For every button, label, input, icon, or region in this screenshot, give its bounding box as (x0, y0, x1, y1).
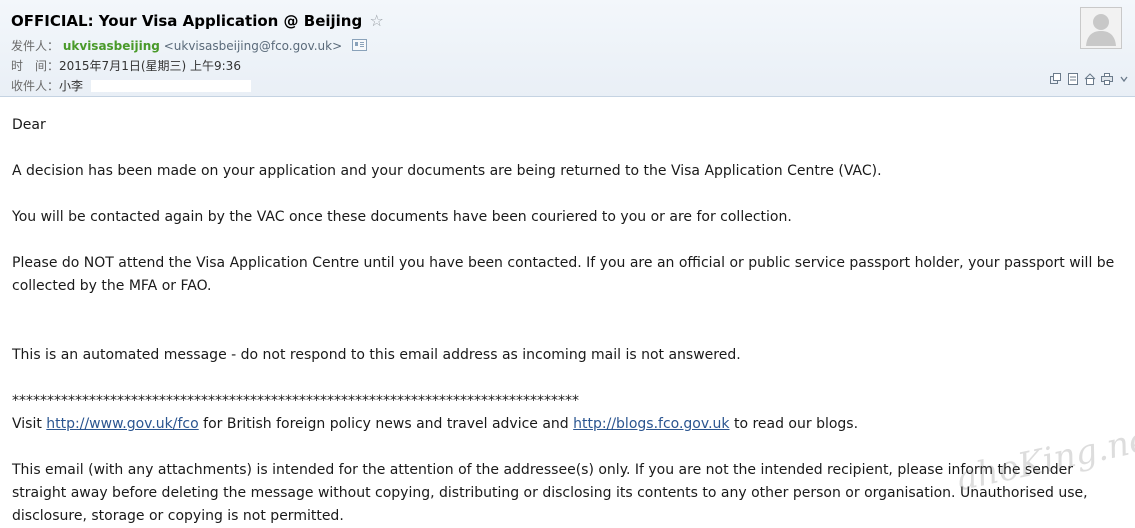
home-icon[interactable] (1083, 72, 1097, 86)
email-body: Dear A decision has been made on your ap… (12, 114, 1127, 528)
note-icon[interactable] (1066, 72, 1080, 86)
subject-text: OFFICIAL: Your Visa Application @ Beijin… (11, 12, 363, 30)
paragraph-automated: This is an automated message - do not re… (12, 347, 741, 363)
sender-row: 发件人： ukvisasbeijing <ukvisasbeijing@fco.… (11, 37, 367, 54)
time-row: 时 间：2015年7月1日(星期三) 上午9:36 (11, 57, 241, 74)
time-label: 时 间： (11, 59, 60, 73)
paragraph-contact: You will be contacted again by the VAC o… (12, 209, 792, 225)
link-fco-blogs[interactable]: http://blogs.fco.gov.uk (573, 416, 729, 432)
sender-avatar[interactable] (1080, 7, 1122, 49)
redacted-block (91, 80, 252, 92)
paragraph-decision: A decision has been made on your applica… (12, 163, 882, 179)
sender-address[interactable]: <ukvisasbeijing@fco.gov.uk> (164, 39, 342, 53)
separator-line: ****************************************… (12, 393, 579, 409)
email-header: OFFICIAL: Your Visa Application @ Beijin… (0, 0, 1135, 97)
paragraph-do-not-attend: Please do NOT attend the Visa Applicatio… (12, 255, 1115, 294)
recipient-name[interactable]: 小李 (59, 79, 83, 93)
popout-icon[interactable] (1049, 72, 1063, 86)
from-label: 发件人： (11, 39, 60, 53)
link-gov-fco[interactable]: http://www.gov.uk/fco (46, 416, 198, 432)
paragraph-visit: Visit http://www.gov.uk/fco for British … (12, 416, 859, 432)
to-label: 收件人： (11, 79, 60, 93)
message-toolbar (1049, 72, 1131, 86)
avatar-silhouette-icon (1081, 8, 1121, 48)
contact-card-icon[interactable] (352, 39, 367, 51)
star-icon[interactable]: ☆ (369, 11, 383, 30)
sender-name[interactable]: ukvisasbeijing (63, 39, 160, 53)
email-subject: OFFICIAL: Your Visa Application @ Beijin… (11, 11, 384, 30)
recipient-row: 收件人：小李 (11, 77, 252, 94)
greeting: Dear (12, 114, 1127, 137)
more-chevron-icon[interactable] (1117, 72, 1131, 86)
paragraph-disclaimer: This email (with any attachments) is int… (12, 462, 1088, 524)
print-icon[interactable] (1100, 72, 1114, 86)
time-value: 2015年7月1日(星期三) 上午9:36 (59, 59, 241, 73)
